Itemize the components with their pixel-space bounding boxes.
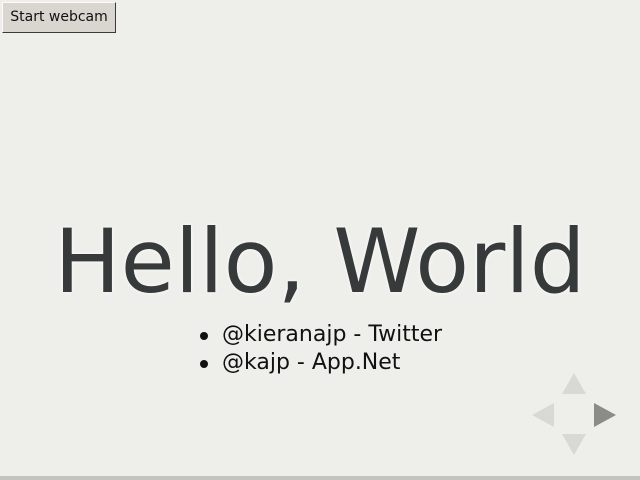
list-item-text: @kajp - App.Net	[222, 350, 401, 375]
bottom-edge-divider	[0, 476, 640, 480]
nav-up-arrow-icon[interactable]	[562, 373, 586, 394]
bullet-icon	[200, 332, 208, 340]
list-item-text: @kieranajp - Twitter	[222, 322, 443, 347]
nav-down-arrow-icon[interactable]	[562, 434, 586, 455]
list-item: @kieranajp - Twitter	[200, 321, 443, 349]
slide-bullet-list: @kieranajp - Twitter @kajp - App.Net	[200, 321, 443, 377]
bullet-icon	[200, 360, 208, 368]
slide-title: Hello, World	[54, 210, 586, 313]
nav-right-arrow-icon[interactable]	[594, 403, 616, 427]
nav-left-arrow-icon[interactable]	[532, 403, 554, 427]
list-item: @kajp - App.Net	[200, 349, 442, 377]
start-webcam-button[interactable]: Start webcam	[2, 2, 116, 33]
